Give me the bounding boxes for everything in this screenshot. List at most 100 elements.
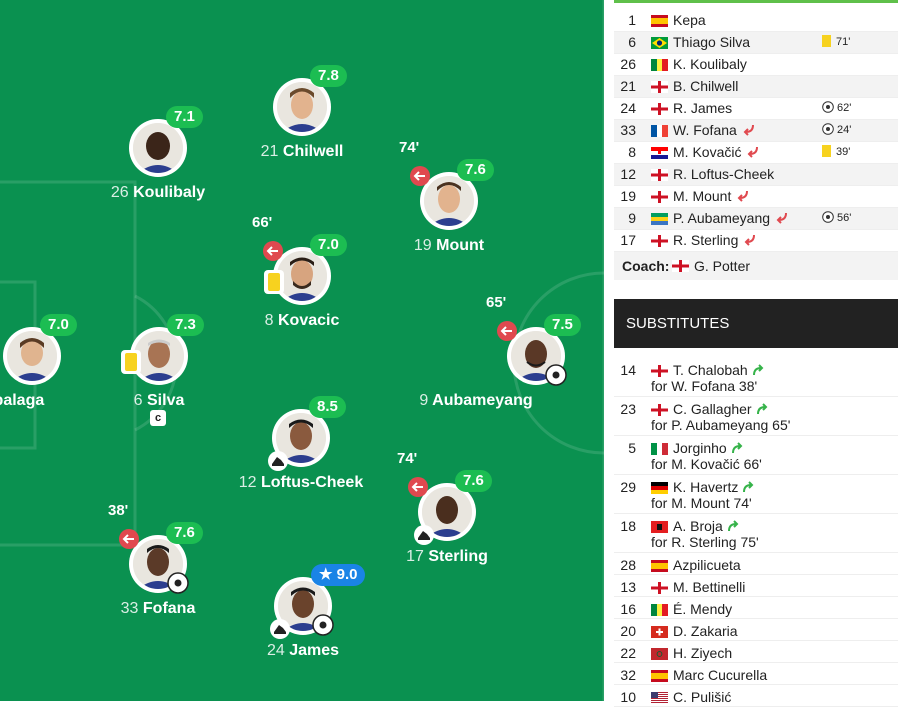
replaced-player: for W. Fofana 38' (651, 378, 758, 394)
lineup-row[interactable]: 21 B. Chilwell (614, 76, 898, 98)
sub-off-icon (263, 241, 283, 261)
albania-flag-icon (651, 521, 668, 533)
substitute-row[interactable]: 29 K. Havertz for M. Mount 74' (614, 475, 898, 514)
sub-off-icon (744, 234, 756, 246)
england-flag-icon (651, 235, 668, 247)
player-name: C. Pulišić (673, 689, 732, 705)
panel-accent-bar (614, 0, 898, 3)
substitute-row[interactable]: 14 T. Chalobah for W. Fofana 38' (614, 358, 898, 397)
shirt-number: 1 (628, 12, 636, 28)
player-name-cell: C. Pulišić (673, 688, 731, 706)
england-flag-icon (651, 103, 668, 115)
substitute-row[interactable]: 10 C. Pulišić (614, 685, 898, 707)
player-name: T. Chalobah (673, 362, 748, 378)
player-name: R. Sterling (673, 232, 739, 248)
lineup-row[interactable]: 24 R. James 62' (614, 98, 898, 120)
event-minute: 39' (836, 146, 851, 158)
substitute-row[interactable]: 28 Azpilicueta (614, 553, 898, 575)
lineup-row[interactable]: 33 W. Fofana 24' (614, 120, 898, 142)
sub-off-icon (119, 529, 139, 549)
player-name-cell: Azpilicueta (673, 556, 741, 574)
replaced-player: for P. Aubameyang 65' (651, 417, 791, 433)
substitutes-list: 14 T. Chalobah for W. Fofana 38' 23 C. Galla… (614, 358, 898, 707)
player-name: 19 Mount (413, 237, 485, 254)
player-name-cell: B. Chilwell (673, 76, 738, 97)
lineup-panel: 1 Kepa 6 Thiago Silva 71' 26 K. Koulibaly 21 B. … (614, 0, 898, 707)
senegal-flag-icon (651, 59, 668, 71)
substitute-row[interactable]: 5 Jorginho for M. Kovačić 66' (614, 436, 898, 475)
substitute-row[interactable]: 18 A. Broja for R. Sterling 75' (614, 514, 898, 553)
yellow-card-icon (822, 145, 831, 157)
rating-badge: 7.8 (310, 65, 347, 87)
player-name-cell: M. Bettinelli (673, 578, 745, 596)
sub-on-icon (743, 481, 754, 493)
player-name-cell: K. Havertz (673, 478, 756, 496)
substitute-row[interactable]: 23 C. Gallagher for P. Aubameyang 65' (614, 397, 898, 436)
morocco-flag-icon (651, 648, 668, 660)
substitute-row[interactable]: 20 D. Zakaria (614, 619, 898, 641)
sub-time: 74' (399, 139, 420, 156)
lineup-row[interactable]: 19 M. Mount (614, 186, 898, 208)
sub-off-icon (410, 166, 430, 186)
lineup-row[interactable]: 17 R. Sterling (614, 230, 898, 252)
rating-badge: 8.5 (309, 396, 346, 418)
assist-boot-icon (414, 525, 434, 545)
lineup-row[interactable]: 6 Thiago Silva 71' (614, 32, 898, 54)
substitute-row[interactable]: 13 M. Bettinelli (614, 575, 898, 597)
substitute-row[interactable]: 32 Marc Cucurella (614, 663, 898, 685)
pitch: 7.0 rrizabalaga 7.1 26 Koulibaly 7.3 6 S… (0, 0, 604, 701)
shirt-number: 32 (620, 667, 636, 683)
player-name: É. Mendy (673, 601, 733, 617)
player-name-cell: Marc Cucurella (673, 666, 767, 684)
shirt-number: 22 (620, 645, 636, 661)
england-flag-icon (651, 365, 668, 377)
yellow-card-icon (121, 350, 141, 374)
shirt-number: 14 (620, 362, 636, 378)
player-name: Thiago Silva (673, 34, 751, 50)
lineup-row[interactable]: 26 K. Koulibaly (614, 54, 898, 76)
player-name: 24 James (266, 642, 340, 659)
player-name: B. Chilwell (673, 78, 739, 94)
lineup-row[interactable]: 8 M. Kovačić 39' (614, 142, 898, 164)
shirt-number: 12 (620, 166, 636, 182)
substitute-row[interactable]: 16 É. Mendy (614, 597, 898, 619)
yellow-card-icon (822, 35, 831, 47)
assist-boot-icon (268, 451, 288, 471)
substitute-row[interactable]: 22 H. Ziyech (614, 641, 898, 663)
player-name-cell: P. Aubameyang (673, 208, 788, 229)
shirt-number: 8 (628, 144, 636, 160)
rating-badge: 7.0 (40, 314, 77, 336)
player-name: P. Aubameyang (673, 210, 771, 226)
player-name: 33 Fofana (120, 600, 196, 617)
event-cell: 24' (822, 120, 851, 141)
lineup-row[interactable]: 1 Kepa (614, 10, 898, 32)
player-name: 6 Silva (133, 392, 185, 409)
lineup-row[interactable]: 9 P. Aubameyang 56' (614, 208, 898, 230)
event-cell: 56' (822, 208, 851, 229)
event-cell: 39' (822, 142, 850, 163)
player-name-cell: Kepa (673, 10, 706, 31)
event-cell: 71' (822, 32, 850, 53)
assist-boot-icon (270, 619, 290, 639)
gabon-flag-icon (651, 213, 668, 225)
event-minute: 24' (837, 124, 852, 136)
player-name-cell: D. Zakaria (673, 622, 738, 640)
shirt-number: 23 (620, 401, 636, 417)
shirt-number: 19 (620, 188, 636, 204)
lineup-row[interactable]: 12 R. Loftus-Cheek (614, 164, 898, 186)
player-name-cell: É. Mendy (673, 600, 732, 618)
sub-off-icon (776, 212, 788, 224)
brazil-flag-icon (651, 37, 668, 49)
replaced-player: for M. Mount 74' (651, 495, 752, 511)
event-minute: 62' (837, 102, 852, 114)
shirt-number: 21 (620, 78, 636, 94)
rating-badge: 7.6 (166, 522, 203, 544)
rating-badge: 7.6 (455, 470, 492, 492)
sub-on-icon (756, 403, 768, 415)
goal-ball-icon (822, 123, 834, 135)
shirt-number: 33 (620, 122, 636, 138)
shirt-number: 29 (620, 479, 636, 495)
shirt-number: 20 (620, 623, 636, 639)
player-name: Kepa (673, 12, 706, 28)
germany-flag-icon (651, 482, 668, 494)
